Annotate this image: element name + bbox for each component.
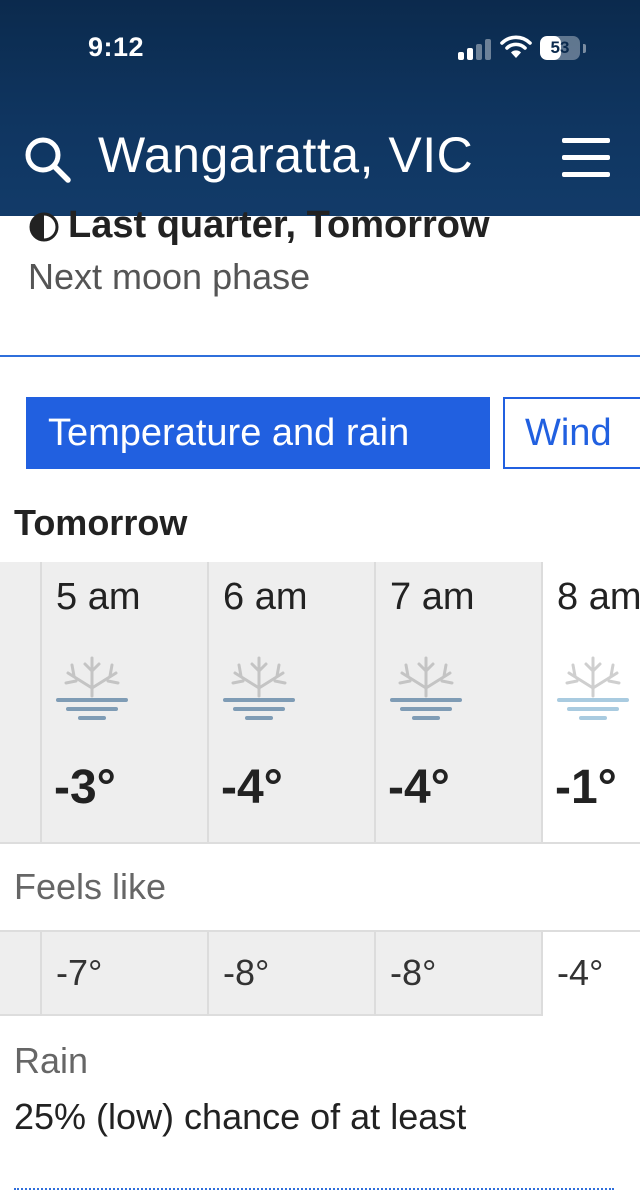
hour-temperature: -1° — [555, 761, 617, 814]
hour-temperature: -4° — [388, 761, 450, 814]
forecast-day-heading: Tomorrow — [14, 502, 188, 543]
moon-last-quarter-icon — [29, 212, 59, 242]
cellular-signal-icon — [458, 38, 492, 60]
tab-wind[interactable]: Wind — [503, 397, 640, 469]
moon-phase-text: Last quarter, Tomorrow — [68, 204, 490, 246]
wifi-icon — [500, 35, 532, 58]
feels-like-row: -7° -8° -8° -4° — [0, 930, 640, 1016]
search-icon[interactable] — [22, 134, 74, 186]
feels-like-heading: Feels like — [14, 866, 167, 907]
feels-like-cell: -7° — [40, 932, 206, 1016]
menu-icon[interactable] — [562, 138, 610, 178]
battery-icon: 53 — [540, 36, 580, 60]
feels-like-cell: -4° — [541, 932, 640, 1016]
frost-icon — [223, 656, 295, 720]
hour-temperature: -3° — [54, 761, 116, 814]
frost-icon — [390, 656, 462, 720]
frost-icon — [56, 656, 128, 720]
battery-cap — [583, 44, 586, 53]
hour-temperature: -4° — [221, 761, 283, 814]
battery-percent: 53 — [550, 38, 570, 57]
tab-temperature-and-rain[interactable]: Temperature and rain — [26, 397, 490, 469]
location-title[interactable]: Wangaratta, VIC — [98, 126, 473, 184]
feels-like-cell: -8° — [374, 932, 540, 1016]
app-header: 9:12 53 Wangaratta, VIC — [0, 0, 640, 216]
feels-like-value: -4° — [557, 952, 604, 993]
rain-heading: Rain — [14, 1040, 89, 1081]
hour-column: 5 am -3° — [40, 562, 206, 842]
hour-column: 7 am -4° — [374, 562, 540, 842]
frost-icon — [557, 656, 629, 720]
feels-like-value: -7° — [56, 952, 103, 993]
feels-like-value: -8° — [223, 952, 270, 993]
hour-column: 8 am -1° — [541, 562, 640, 842]
moon-phase-value: Last quarter, Tomorrow — [28, 204, 490, 247]
rain-chance-text[interactable]: 25% (low) chance of at least — [14, 1096, 484, 1138]
moon-phase-label: Next moon phase — [28, 256, 311, 297]
section-divider — [0, 355, 640, 357]
hour-time: 5 am — [56, 576, 141, 618]
rain-link-underline — [14, 1188, 614, 1190]
hour-time: 6 am — [223, 576, 308, 618]
hour-column: 6 am -4° — [207, 562, 373, 842]
moon-phase-section: Last quarter, Tomorrow Next moon phase — [0, 204, 640, 356]
feels-like-cell: -8° — [207, 932, 373, 1016]
hour-time: 7 am — [390, 576, 475, 618]
hour-time: 8 am — [557, 576, 640, 618]
status-bar: 9:12 53 — [0, 0, 640, 96]
feels-like-value: -8° — [390, 952, 437, 993]
status-time: 9:12 — [88, 32, 145, 62]
hourly-forecast[interactable]: 5 am -3° 6 am -4° 7 am -4° 8 am -1° — [0, 562, 640, 844]
